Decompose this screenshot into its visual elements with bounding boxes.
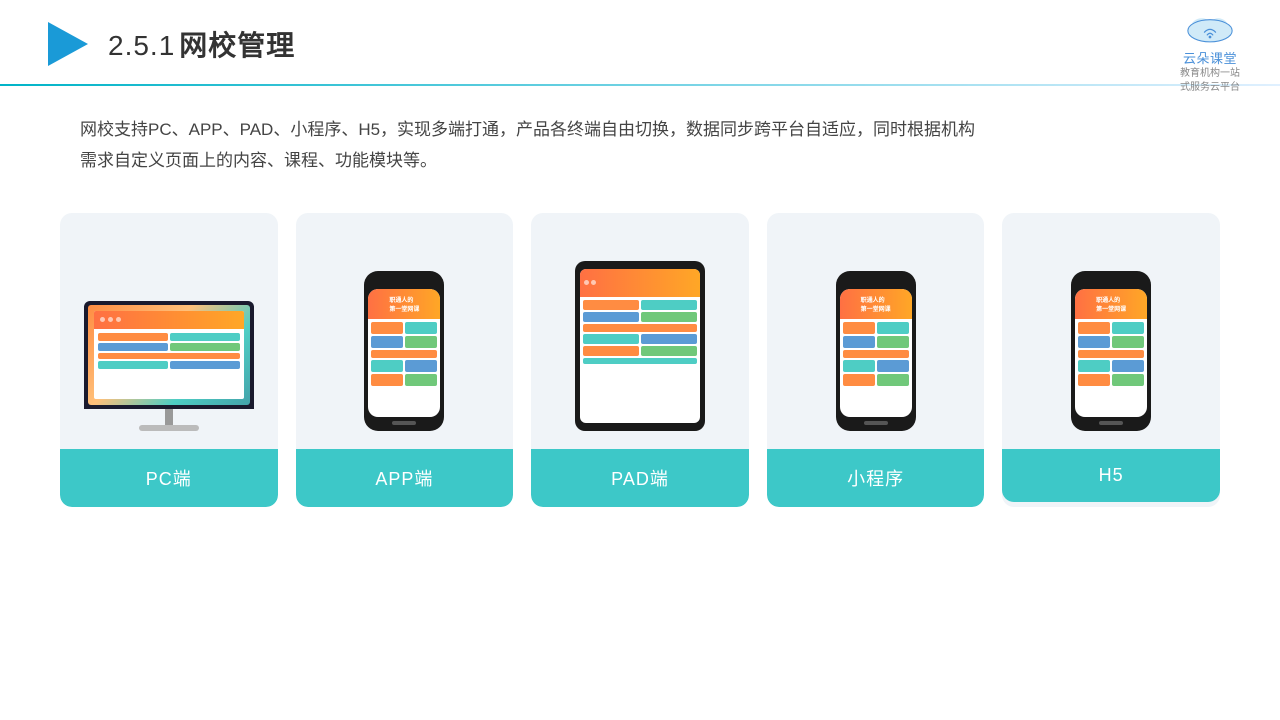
description-block: 网校支持PC、APP、PAD、小程序、H5，实现多端打通，产品各终端自由切换，数… [0, 86, 1280, 177]
miniprogram-image-area: 职通人的第一堂网课 [767, 231, 985, 431]
card-h5: 职通人的第一堂网课 [1002, 213, 1220, 507]
cards-area: PC端 职通人的第一堂网课 [0, 213, 1280, 507]
card-pad-label: PAD端 [531, 449, 749, 507]
brand-tagline-text: 教育机构一站式服务云平台 [1180, 67, 1240, 95]
card-pad: PAD端 [531, 213, 749, 507]
header: 2.5.1网校管理 云朵课堂 教育机构一站式服务云平台 [0, 0, 1280, 70]
brand-name-text: 云朵课堂 [1183, 48, 1237, 67]
card-app-label: APP端 [296, 449, 514, 507]
brand-cloud-icon [1182, 10, 1238, 46]
app-logo-icon [40, 18, 92, 70]
card-miniprogram: 职通人的第一堂网课 [767, 213, 985, 507]
brand-logo: 云朵课堂 教育机构一站式服务云平台 [1180, 10, 1240, 95]
app-phone: 职通人的第一堂网课 [364, 271, 444, 431]
pc-image-area [60, 231, 278, 431]
description-line1: 网校支持PC、APP、PAD、小程序、H5，实现多端打通，产品各终端自由切换，数… [80, 114, 1200, 145]
page-title: 2.5.1网校管理 [108, 24, 295, 64]
card-pc-label: PC端 [60, 449, 278, 507]
card-miniprogram-label: 小程序 [767, 449, 985, 507]
pad-tablet [575, 261, 705, 431]
pc-monitor [84, 301, 254, 431]
app-image-area: 职通人的第一堂网课 [296, 231, 514, 431]
card-h5-label: H5 [1002, 449, 1220, 502]
card-app: 职通人的第一堂网课 [296, 213, 514, 507]
miniprogram-phone: 职通人的第一堂网课 [836, 271, 916, 431]
card-pc: PC端 [60, 213, 278, 507]
h5-phone: 职通人的第一堂网课 [1071, 271, 1151, 431]
pad-image-area [531, 231, 749, 431]
description-line2: 需求自定义页面上的内容、课程、功能模块等。 [80, 145, 1200, 176]
h5-image-area: 职通人的第一堂网课 [1002, 231, 1220, 431]
